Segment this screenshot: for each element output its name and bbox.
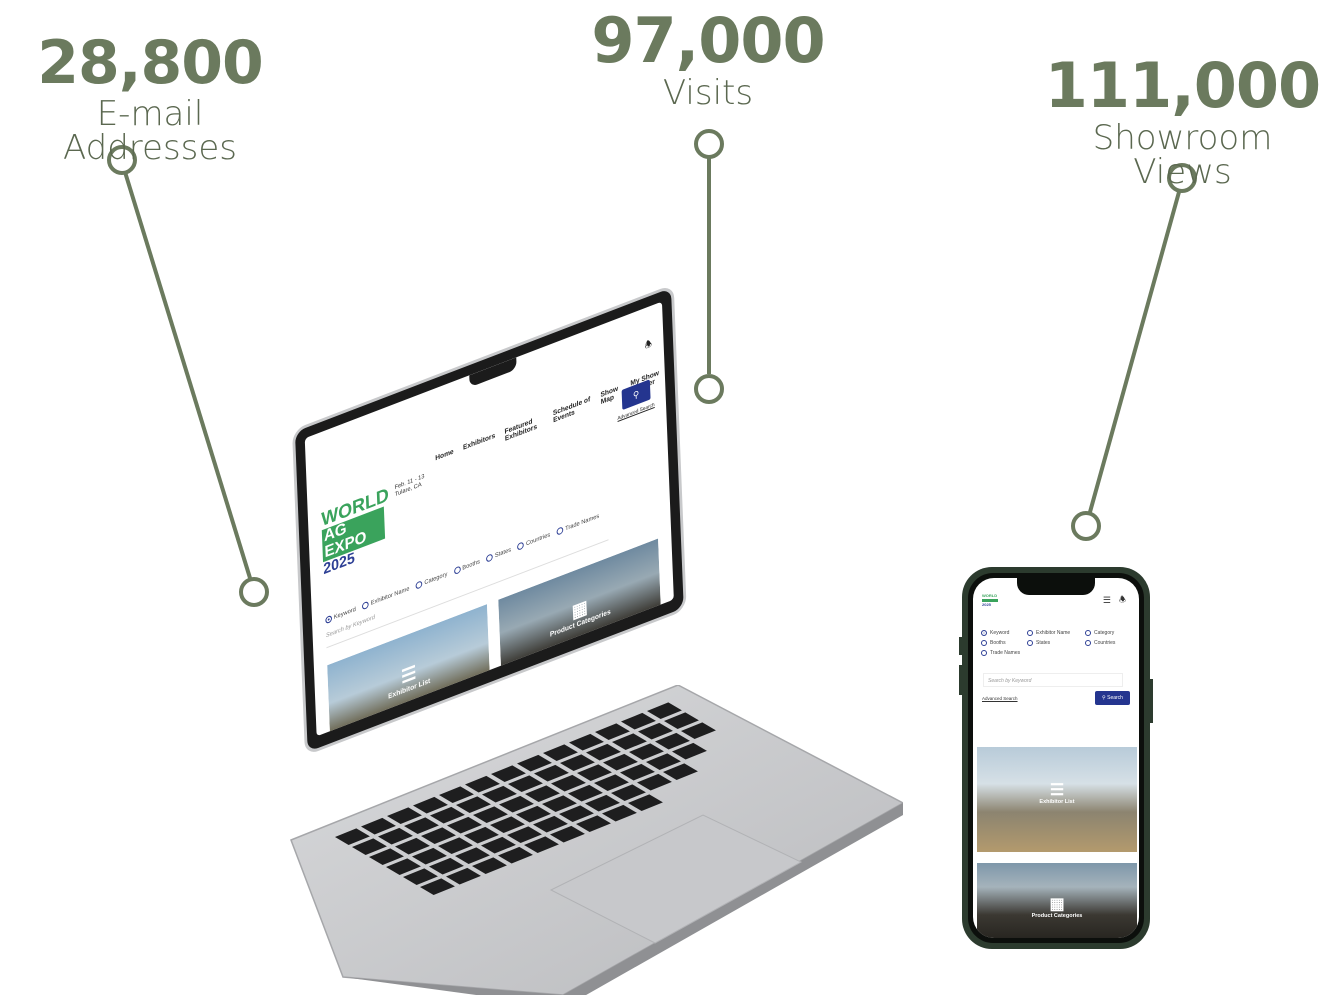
- tile-exhibitor-list[interactable]: ☰ Exhibitor List: [977, 747, 1137, 852]
- radio-label: Keyword: [990, 630, 1010, 636]
- radio-label: Countries: [1094, 640, 1116, 646]
- radio-label: Booths: [990, 640, 1006, 646]
- logo-world-text: WORLD: [982, 593, 998, 598]
- radio-dot: [486, 553, 494, 563]
- radio-states[interactable]: States: [486, 546, 512, 563]
- menu-icon[interactable]: ☰: [1103, 595, 1111, 606]
- search-icon: ⚲: [632, 388, 640, 401]
- event-dates: Feb. 11 - 13 Tulare, CA: [394, 473, 425, 499]
- phone-notch: [1017, 578, 1095, 595]
- radio-dot: [1085, 630, 1091, 636]
- radio-dot: [556, 526, 564, 536]
- radio-booths[interactable]: Booths: [453, 558, 481, 576]
- radio-dot: [325, 614, 333, 625]
- laptop-screen: WORLD AG EXPO 2025 Feb. 11 - 13 Tulare, …: [304, 301, 674, 737]
- radio-countries[interactable]: Countries: [1085, 640, 1135, 646]
- advanced-search-link[interactable]: Advanced Search: [982, 696, 1018, 701]
- nav-schedule-of-events[interactable]: Schedule of Events: [553, 396, 592, 424]
- bell-icon[interactable]: 🕭: [1119, 594, 1126, 608]
- bell-icon[interactable]: 🕭: [644, 336, 652, 355]
- product-categories-caption: ▦ Product Categories: [977, 896, 1137, 920]
- radio-label: States: [1036, 640, 1051, 646]
- radio-dot: [453, 565, 461, 576]
- radio-dot: [415, 580, 423, 590]
- nav-exhibitors[interactable]: Exhibitors: [463, 432, 496, 458]
- radio-dot: [1027, 630, 1033, 636]
- nav-home[interactable]: Home: [435, 448, 454, 469]
- radio-label: Trade Names: [990, 650, 1021, 656]
- world-ag-expo-logo[interactable]: WORLD AG EXPO 2025: [321, 484, 389, 578]
- radio-dot: [981, 630, 987, 636]
- radio-label: Category: [424, 571, 448, 586]
- product-categories-label: Product Categories: [1031, 913, 1083, 919]
- exhibitor-list-caption: ☰ Exhibitor List: [977, 782, 1137, 806]
- radio-label: Countries: [525, 531, 551, 547]
- phone-mockup: WORLD 2025 ☰ 🕭 Keyword Exhibitor Name Ca…: [959, 567, 1153, 949]
- exhibitor-list-label: Exhibitor List: [1039, 799, 1075, 805]
- search-button[interactable]: ⚲ Search: [1095, 691, 1130, 705]
- search-icon: ⚲: [1102, 695, 1106, 701]
- radio-label: Category: [1094, 630, 1115, 636]
- phone-bezel: WORLD 2025 ☰ 🕭 Keyword Exhibitor Name Ca…: [968, 573, 1144, 943]
- radio-trade-names[interactable]: Trade Names: [981, 650, 1027, 656]
- radio-dot: [1027, 640, 1033, 646]
- radio-category[interactable]: Category: [415, 571, 448, 590]
- radio-keyword[interactable]: Keyword: [325, 606, 356, 625]
- radio-countries[interactable]: Countries: [517, 531, 551, 551]
- radio-states[interactable]: States: [1027, 640, 1085, 646]
- nav-show-map[interactable]: Show Map: [600, 384, 621, 406]
- phone-side-button: [1150, 679, 1153, 723]
- list-icon: ☰: [1049, 782, 1065, 799]
- world-ag-expo-logo[interactable]: WORLD 2025: [982, 594, 998, 607]
- phone-screen: WORLD 2025 ☰ 🕭 Keyword Exhibitor Name Ca…: [973, 578, 1139, 938]
- nav-featured-exhibitors[interactable]: Featured Exhibitors: [504, 414, 543, 443]
- radio-dot: [981, 640, 987, 646]
- radio-dot: [1085, 640, 1091, 646]
- phone-side-button: [959, 637, 962, 655]
- search-type-radios: Keyword Exhibitor Name Category Booths S…: [981, 630, 1133, 656]
- radio-keyword[interactable]: Keyword: [981, 630, 1027, 636]
- logo-year-text: 2025: [982, 602, 991, 607]
- radio-category[interactable]: Category: [1085, 630, 1135, 636]
- keyword-search-input[interactable]: Search by Keyword: [983, 673, 1123, 687]
- radio-booths[interactable]: Booths: [981, 640, 1027, 646]
- radio-label: Keyword: [333, 606, 356, 621]
- laptop-keyboard-deck: [290, 685, 903, 995]
- radio-dot: [517, 541, 525, 551]
- search-button-label: Search: [1107, 695, 1123, 701]
- phone-side-button: [959, 665, 962, 695]
- camera-notch: [469, 357, 517, 388]
- radio-label: States: [494, 546, 512, 559]
- radio-dot: [981, 650, 987, 656]
- tile-product-categories[interactable]: ▦ Product Categories: [977, 863, 1137, 938]
- radio-exhibitor-name[interactable]: Exhibitor Name: [1027, 630, 1085, 636]
- radio-label: Booths: [462, 558, 481, 572]
- grid-icon: ▦: [1049, 896, 1065, 913]
- radio-label: Exhibitor Name: [1036, 630, 1071, 636]
- radio-label: Trade Names: [565, 512, 600, 532]
- radio-dot: [362, 600, 370, 611]
